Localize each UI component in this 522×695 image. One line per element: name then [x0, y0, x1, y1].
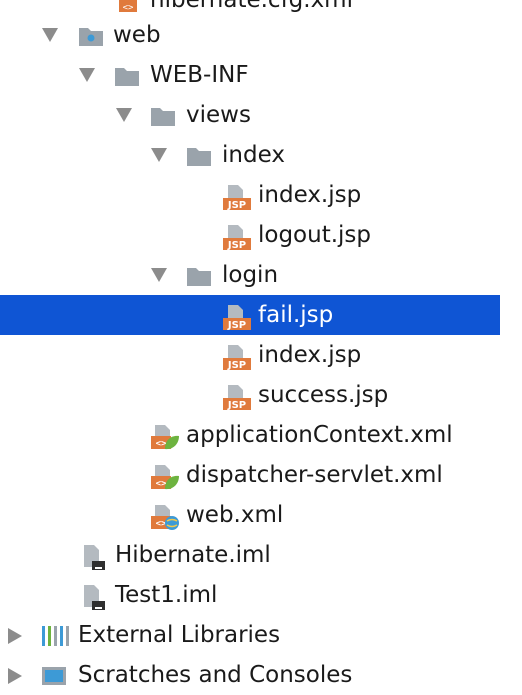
tree-item-web[interactable]: web [0, 15, 500, 55]
spring-xml-file-icon: <> [150, 423, 179, 450]
chevron-down-icon[interactable] [116, 108, 132, 122]
jsp-file-icon: JSP [222, 223, 251, 251]
tree-item-label: Scratches and Consoles [78, 662, 353, 688]
tree-item-index-jsp[interactable]: JSP index.jsp [0, 175, 500, 215]
chevron-right-icon[interactable] [8, 628, 24, 644]
jsp-file-icon: JSP [222, 183, 251, 211]
chevron-down-icon[interactable] [151, 268, 167, 282]
tree-item-label: index.jsp [258, 182, 362, 208]
chevron-down-icon[interactable] [79, 68, 95, 82]
tree-item-web-inf[interactable]: WEB-INF [0, 55, 500, 95]
tree-item-external-libraries[interactable]: External Libraries [0, 615, 500, 655]
tree-item-label: index.jsp [258, 342, 362, 368]
tree-item-scratches-and-consoles[interactable]: Scratches and Consoles [0, 655, 500, 695]
tree-item-label: web [113, 22, 161, 48]
folder-icon [186, 263, 212, 289]
tree-item-label: External Libraries [78, 622, 281, 648]
jsp-file-icon: JSP [222, 343, 251, 371]
module-file-icon [80, 543, 106, 570]
svg-text:JSP: JSP [227, 320, 246, 331]
chevron-down-icon[interactable] [151, 148, 167, 162]
tree-item-success-jsp[interactable]: JSP success.jsp [0, 375, 500, 415]
scroll-edge [500, 0, 522, 680]
tree-item-index-folder[interactable]: index [0, 135, 500, 175]
tree-item-login-index-jsp[interactable]: JSP index.jsp [0, 335, 500, 375]
tree-item-label: logout.jsp [258, 222, 372, 248]
tree-item-web-xml[interactable]: <> web.xml [0, 495, 500, 535]
tree-item-label: Test1.iml [115, 582, 218, 608]
tree-item-hibernate-iml[interactable]: Hibernate.iml [0, 535, 500, 575]
tree-item-logout-jsp[interactable]: JSP logout.jsp [0, 215, 500, 255]
folder-icon [186, 143, 212, 169]
tree-item-label: dispatcher-servlet.xml [186, 462, 443, 488]
chevron-down-icon[interactable] [42, 28, 58, 42]
folder-icon [150, 103, 176, 129]
svg-text:JSP: JSP [227, 400, 246, 411]
tree-item-test1-iml[interactable]: Test1.iml [0, 575, 500, 615]
tree-item-dispatcher-servlet-xml[interactable]: <> dispatcher-servlet.xml [0, 455, 500, 495]
tree-item-label: login [222, 262, 279, 288]
jsp-file-icon: JSP [222, 383, 251, 411]
tree-item-label: applicationContext.xml [186, 422, 453, 448]
module-file-icon [80, 583, 106, 610]
svg-text:JSP: JSP [227, 200, 246, 211]
web-folder-icon [78, 23, 104, 49]
tree-item-label: fail.jsp [258, 302, 334, 328]
web-xml-file-icon: <> [150, 503, 179, 530]
jsp-file-icon: JSP [222, 303, 251, 331]
tree-item-fail-jsp[interactable]: JSP fail.jsp [0, 295, 500, 335]
tree-item-label: web.xml [186, 502, 284, 528]
spring-xml-file-icon: <> [150, 463, 179, 490]
libraries-icon [40, 623, 69, 649]
tree-item-views[interactable]: views [0, 95, 500, 135]
svg-text:JSP: JSP [227, 360, 246, 371]
project-tree: { "tree": { "top_partial": { "label": "h… [0, 0, 522, 688]
tree-item-application-context-xml[interactable]: <> applicationContext.xml [0, 415, 500, 455]
tree-item-label: index [222, 142, 285, 168]
tree-item-label: views [186, 102, 251, 128]
svg-text:<>: <> [123, 3, 134, 13]
tree-item-label: WEB-INF [150, 62, 249, 88]
svg-text:JSP: JSP [227, 240, 246, 251]
tree-item-label: Hibernate.iml [115, 542, 271, 568]
tree-item-login-folder[interactable]: login [0, 255, 500, 295]
tree-item-label: success.jsp [258, 382, 389, 408]
xml-file-icon: <> [116, 0, 142, 14]
scratches-icon [40, 663, 66, 689]
folder-icon [114, 63, 140, 89]
